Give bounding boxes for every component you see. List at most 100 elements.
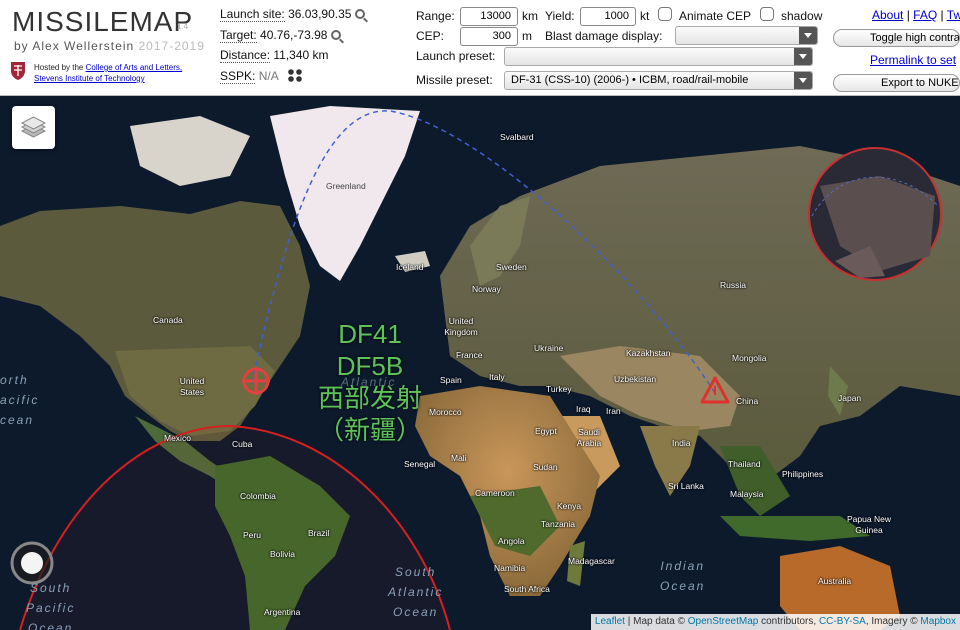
ocean-label-south-atlantic: South Atlantic Ocean (388, 562, 443, 622)
college-link[interactable]: College of Arts and Letters, (86, 63, 183, 72)
distance-label: Distance: (220, 48, 271, 63)
ccbysa-link[interactable]: CC-BY-SA (819, 616, 866, 627)
stevens-link[interactable]: Stevens Institute of Technology (34, 74, 145, 83)
app-logo-title[interactable]: MISSILEMAP (12, 6, 193, 38)
place-label: Kenya (557, 501, 582, 511)
place-label: Sudan (533, 462, 558, 472)
target-label: Target: (220, 28, 257, 43)
place-label: France (456, 350, 483, 360)
globe-inset (808, 147, 942, 281)
hosted-prefix: Hosted by the (34, 63, 84, 72)
place-label: Canada (153, 315, 183, 325)
export-nukemap-button[interactable]: Export to NUKEMAP (833, 74, 960, 92)
version-label: 1.4 (177, 22, 189, 31)
place-label: Tanzania (541, 519, 576, 529)
place-label: Mexico (164, 433, 191, 443)
yield-input[interactable]: 1000 (580, 7, 636, 26)
place-label: Peru (243, 530, 261, 540)
shadow-label: shadow (781, 9, 823, 23)
high-contrast-button[interactable]: Toggle high contrast (833, 29, 960, 47)
chevron-down-icon (794, 72, 812, 89)
animate-cep-checkbox[interactable] (658, 7, 672, 21)
place-label: Papua New Guinea (847, 514, 891, 535)
about-link[interactable]: About (872, 8, 903, 22)
top-links: About | FAQ | Tw (872, 8, 960, 22)
place-label: Iceland (396, 262, 424, 272)
permalink-link[interactable]: Permalink to set (870, 53, 956, 67)
yield-unit: kt (640, 9, 650, 23)
place-label: Japan (838, 393, 862, 403)
place-label: Egypt (535, 426, 557, 436)
hosted-by: Hosted by the College of Arts and Letter… (34, 62, 182, 84)
annotation-line: （新疆） (317, 415, 422, 445)
zoom-to-launch-icon[interactable] (355, 9, 366, 19)
cep-label: CEP: (416, 29, 445, 43)
place-label: Kazakhstan (626, 348, 671, 358)
place-label: Uzbekistan (614, 374, 657, 384)
faq-link[interactable]: FAQ (913, 8, 937, 22)
range-unit: km (522, 9, 538, 23)
annotation-line: DF5B (336, 351, 404, 381)
place-label: Italy (489, 372, 505, 382)
place-label: Ukraine (534, 343, 564, 353)
missile-annotation: DF41 DF5B 西部发射 （新疆） (300, 318, 440, 446)
distance-row: Distance: 11,340 km (220, 48, 329, 63)
ocean-label-line: Indian (660, 559, 706, 573)
attribution-text: | Map data © (624, 616, 688, 627)
layers-control-button[interactable] (12, 106, 55, 149)
ocean-label-south-pacific: South Pacific Ocean (26, 578, 75, 630)
shadow-checkbox[interactable] (760, 7, 774, 21)
blast-display-select[interactable] (675, 26, 818, 45)
sspk-label: SSPK: (220, 69, 256, 84)
place-label: Mali (451, 453, 467, 463)
place-label: Australia (818, 576, 852, 586)
world-map[interactable]: Svalbard Greenland Iceland Sweden Norway… (0, 96, 960, 630)
leaflet-link[interactable]: Leaflet (595, 616, 625, 627)
mapbox-link[interactable]: Mapbox (920, 616, 956, 627)
place-label: Greenland (326, 181, 366, 191)
cep-input[interactable]: 300 (460, 27, 518, 46)
launch-preset-select[interactable] (504, 47, 813, 66)
place-label: Sri Lanka (668, 481, 704, 491)
place-label: Turkey (546, 384, 572, 394)
osm-link[interactable]: OpenStreetMap (688, 616, 759, 627)
attribution-text: contributors, (758, 616, 819, 627)
sspk-row: SSPK: N/A (220, 68, 303, 84)
sspk-value: N/A (258, 69, 279, 83)
ocean-label-line: Pacific (26, 601, 76, 615)
missile-preset-select[interactable]: DF-31 (CSS-10) (2006-) • ICBM, road/rail… (504, 71, 813, 90)
layers-icon (20, 116, 47, 138)
launch-preset-label: Launch preset: (416, 49, 496, 63)
range-label: Range: (416, 9, 455, 23)
missile-preset-value: DF-31 (CSS-10) (2006-) • ICBM, road/rail… (511, 74, 749, 86)
twitter-link[interactable]: Tw (947, 8, 960, 22)
distance-value: 11,340 km (273, 48, 329, 62)
ocean-label-north-pacific: orth acific cean (0, 370, 39, 430)
place-label: Svalbard (500, 132, 534, 142)
place-label: South Africa (504, 584, 550, 594)
target-value: 40.76,-73.98 (260, 28, 328, 42)
range-input[interactable]: 13000 (460, 7, 518, 26)
place-label: Brazil (308, 528, 330, 538)
launch-site-label: Launch site: (220, 7, 285, 22)
ocean-label-line: Atlantic (388, 585, 444, 599)
place-label: Thailand (728, 459, 761, 469)
byline: by Alex Wellerstein 2017-2019 (14, 39, 205, 53)
place-label: Iran (606, 406, 621, 416)
place-label: Madagascar (568, 556, 615, 566)
zoom-to-target-icon[interactable] (331, 30, 342, 40)
attribution-text: , Imagery © (865, 616, 921, 627)
place-label: Spain (440, 375, 462, 385)
annotation-line: 西部发射 (317, 383, 422, 413)
chevron-down-icon (799, 27, 817, 44)
ocean-label-line: South (29, 581, 72, 595)
control-panel: MISSILEMAP 1.4 by Alex Wellerstein 2017-… (0, 0, 960, 96)
ocean-label-indian: Indian Ocean (660, 556, 705, 596)
author: by Alex Wellerstein (14, 39, 135, 53)
place-label: Cuba (232, 439, 253, 449)
ocean-label-line: cean (0, 413, 35, 427)
place-label: Iraq (576, 404, 591, 414)
map-attribution: Leaflet | Map data © OpenStreetMap contr… (590, 614, 960, 630)
sspk-dots-icon[interactable] (287, 68, 303, 82)
place-label: United States (179, 376, 205, 397)
